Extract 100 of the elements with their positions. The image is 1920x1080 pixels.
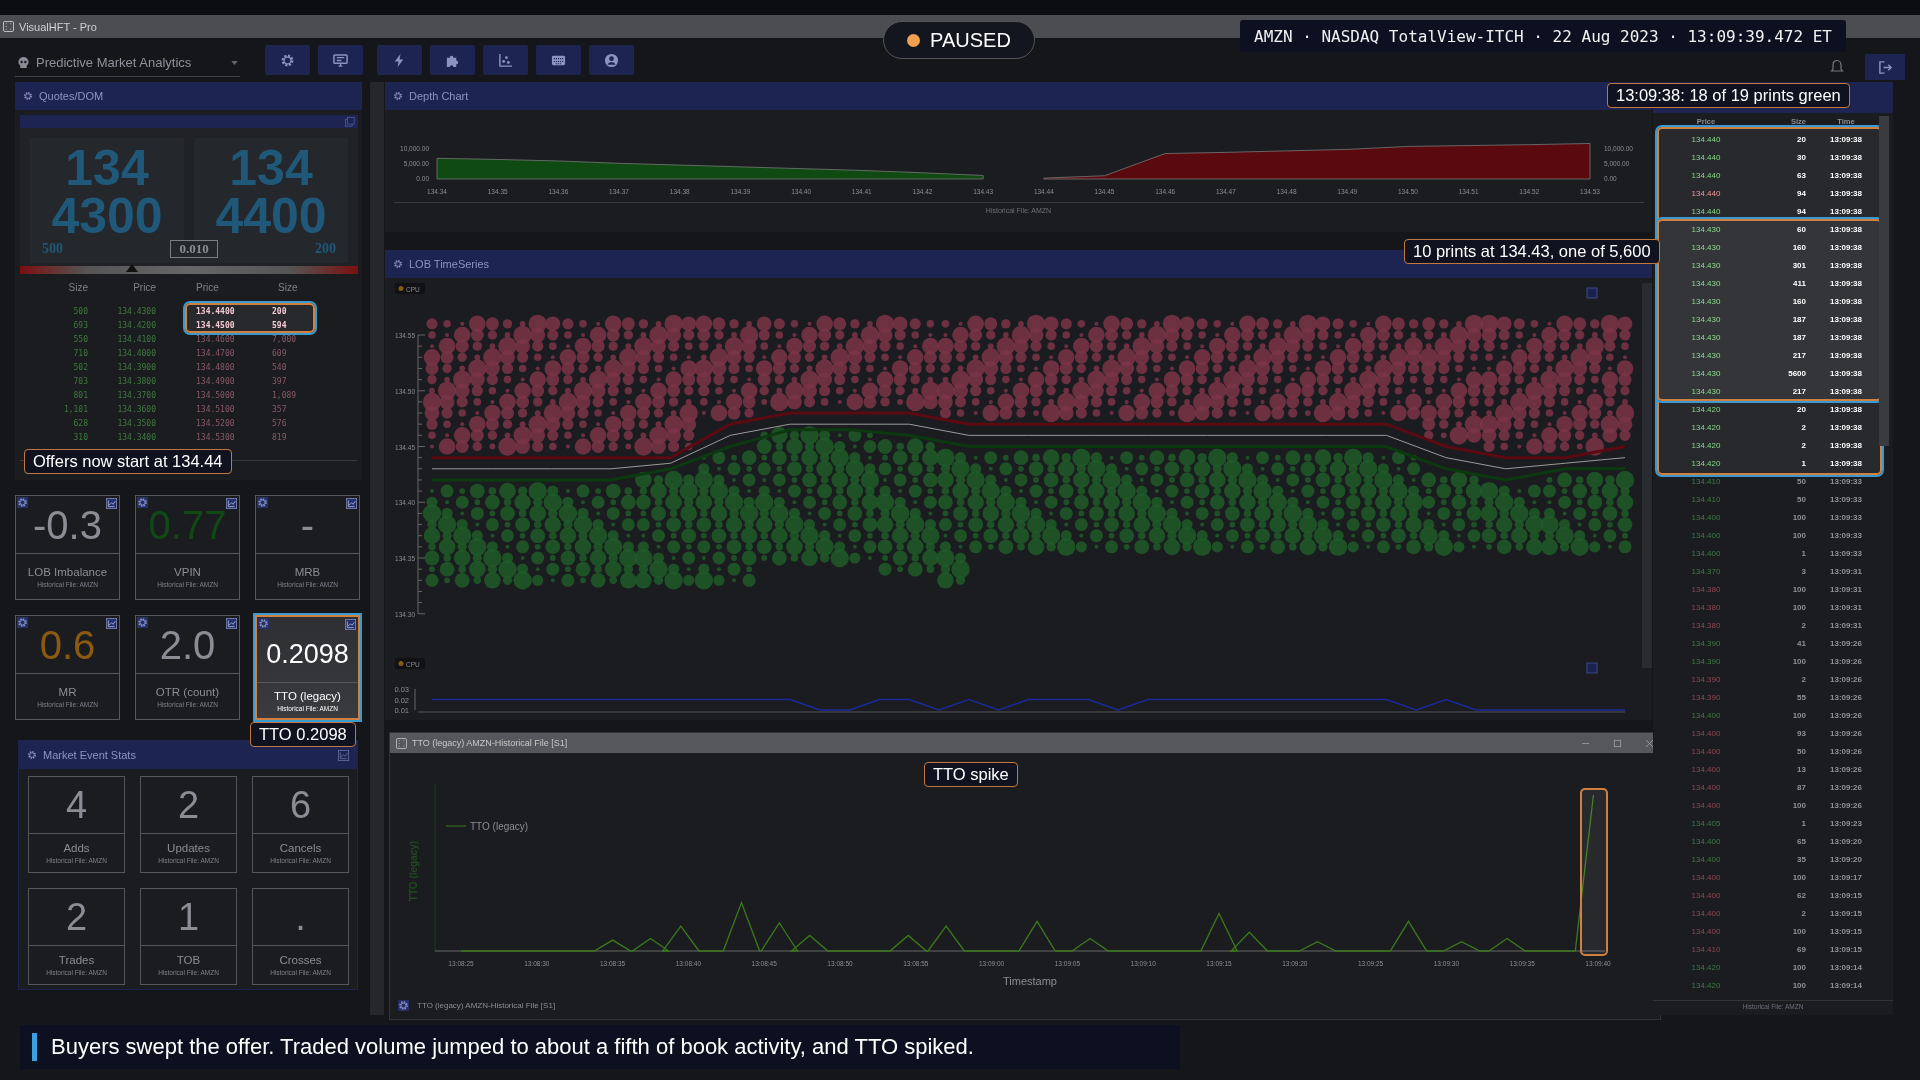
price-cell-text: 134.400 bbox=[1690, 728, 1722, 738]
chart-icon[interactable] bbox=[226, 498, 237, 509]
expand-icon[interactable] bbox=[345, 116, 355, 127]
price-cell-text: 134.430 bbox=[1690, 368, 1722, 378]
callout: 13:09:38: 18 of 19 prints green bbox=[1607, 83, 1850, 108]
bid-size-cell-text: 703 bbox=[72, 376, 88, 386]
price-cell-text: 134.400 bbox=[1690, 908, 1722, 918]
size-cell-text: 2 bbox=[1800, 620, 1806, 630]
toolbar-button[interactable] bbox=[536, 45, 581, 75]
time-cell-text: 13:09:33 bbox=[1829, 476, 1863, 486]
accent-bar bbox=[32, 1033, 37, 1061]
price-cell-text: 134.430 bbox=[1690, 242, 1722, 252]
chart-icon[interactable] bbox=[106, 618, 117, 629]
time-cell-text: 13:09:26 bbox=[1829, 692, 1863, 702]
ask-size-cell-text: 819 bbox=[272, 432, 288, 442]
panel-title: Quotes/DOM bbox=[39, 90, 104, 102]
size-cell-text: 41 bbox=[1796, 638, 1806, 648]
time-cell-text: 13:09:38 bbox=[1829, 242, 1863, 252]
close-icon[interactable] bbox=[1645, 738, 1654, 748]
price-cell-text: 134.430 bbox=[1690, 350, 1722, 360]
chart-icon[interactable] bbox=[226, 618, 237, 629]
price-cell-text: 134.420 bbox=[1690, 980, 1722, 990]
callout: 10 prints at 134.43, one of 5,600 bbox=[1404, 239, 1660, 264]
scatter-chart-icon bbox=[498, 52, 513, 68]
y-axis bbox=[414, 688, 416, 711]
toolbar-button[interactable] bbox=[483, 45, 528, 75]
chart-icon[interactable] bbox=[345, 619, 356, 630]
metric-value: -0.3 bbox=[33, 502, 102, 547]
price-cell-text: 134.430 bbox=[1690, 332, 1722, 342]
ask-price-cell-text: 134.4600 bbox=[196, 334, 236, 344]
price-cell-text: 134.420 bbox=[1690, 458, 1722, 468]
price-cell-text: 134.400 bbox=[1690, 854, 1722, 864]
skull-icon bbox=[17, 56, 30, 69]
price-cell-text: 134.410 bbox=[1690, 476, 1722, 486]
panel-title: LOB TimeSeries bbox=[409, 258, 490, 270]
bid-price-cell-text: 134.4300 bbox=[116, 306, 156, 316]
size-cell-text: 411 bbox=[1792, 278, 1806, 288]
stat-value: 6 bbox=[289, 783, 312, 827]
chart-icon[interactable] bbox=[106, 498, 117, 509]
toolbar-button[interactable] bbox=[430, 45, 475, 75]
time-cell-text: 13:09:38 bbox=[1829, 440, 1863, 450]
maximize-icon[interactable] bbox=[1613, 738, 1622, 748]
price-cell-text: 134.380 bbox=[1690, 602, 1722, 612]
bid-price-cell-text: 134.4100 bbox=[116, 334, 156, 344]
ask-size-cell-text: 357 bbox=[272, 404, 288, 414]
time-cell-text: 13:09:15 bbox=[1829, 926, 1863, 936]
price-cell-text: 134.420 bbox=[1690, 962, 1722, 972]
cpu-legend bbox=[395, 658, 425, 669]
price-cell-text: 134.430 bbox=[1690, 296, 1722, 306]
bell-icon[interactable] bbox=[1829, 59, 1845, 75]
panel-title: Market Event Stats bbox=[43, 749, 136, 761]
size-cell-text: 55 bbox=[1796, 692, 1806, 702]
ask-price-cell-text: 134.4900 bbox=[196, 376, 236, 386]
gear-icon bbox=[137, 617, 148, 628]
ask-price-cell-text: 134.5100 bbox=[196, 404, 236, 414]
gear-icon bbox=[398, 999, 409, 1011]
price-cell-text: 134.400 bbox=[1690, 746, 1722, 756]
time-cell-text: 13:09:38 bbox=[1829, 134, 1863, 144]
metric-value: - bbox=[300, 502, 315, 547]
toolbar-button[interactable] bbox=[318, 45, 363, 75]
monitor-icon bbox=[333, 52, 348, 68]
time-cell-text: 13:09:31 bbox=[1829, 584, 1863, 594]
bid-price-cell-text: 134.4000 bbox=[116, 348, 156, 358]
ask-size-cell-text: 1,089 bbox=[272, 390, 298, 400]
logout-button[interactable] bbox=[1865, 54, 1905, 80]
bid-price-cell-text: 134.3900 bbox=[116, 362, 156, 372]
toolbar-button[interactable] bbox=[589, 45, 634, 75]
time-cell-text: 13:09:38 bbox=[1829, 404, 1863, 414]
price-cell-text: 134.410 bbox=[1690, 494, 1722, 504]
chart-icon[interactable] bbox=[346, 498, 357, 509]
window-footer: TTO (legacy) AMZN-Historical File [S1] bbox=[417, 1000, 556, 1010]
size-cell-text: 13 bbox=[1796, 764, 1806, 774]
time-cell-text: 13:09:26 bbox=[1829, 710, 1863, 720]
toolbar-button[interactable] bbox=[377, 45, 422, 75]
size-cell-text: 100 bbox=[1791, 980, 1806, 990]
time-cell-text: 13:09:26 bbox=[1829, 746, 1863, 756]
price-cell-text: 134.400 bbox=[1690, 890, 1722, 900]
settings-button[interactable] bbox=[265, 45, 310, 75]
price-cell-text: 134.400 bbox=[1690, 926, 1722, 936]
stat-value: 4 bbox=[65, 783, 88, 827]
gear-icon bbox=[393, 91, 403, 101]
time-cell-text: 13:09:17 bbox=[1829, 872, 1863, 882]
time-cell-text: 13:09:20 bbox=[1829, 854, 1863, 864]
price-cell-text: 134.400 bbox=[1690, 710, 1722, 720]
chart-icon[interactable] bbox=[338, 750, 349, 761]
size-cell-text: 50 bbox=[1796, 494, 1806, 504]
time-cell-text: 13:09:38 bbox=[1829, 260, 1863, 270]
scrollbar[interactable] bbox=[370, 82, 384, 1015]
size-cell-text: 187 bbox=[1791, 314, 1806, 324]
scrollbar[interactable] bbox=[1879, 116, 1889, 446]
size-cell-text: 217 bbox=[1791, 386, 1806, 396]
time-cell-text: 13:09:14 bbox=[1829, 980, 1863, 990]
price-cell-text: 134.380 bbox=[1690, 584, 1722, 594]
ask-size-cell-text: 397 bbox=[272, 376, 288, 386]
time-cell-text: 13:09:26 bbox=[1829, 764, 1863, 774]
gear-icon bbox=[258, 618, 269, 629]
workspace-dropdown[interactable]: Predictive Market Analytics bbox=[15, 49, 240, 77]
bid-price-major: 134 bbox=[65, 144, 149, 192]
ask-price-cell-text: 134.4400 bbox=[196, 306, 236, 316]
gear-icon bbox=[137, 497, 148, 508]
